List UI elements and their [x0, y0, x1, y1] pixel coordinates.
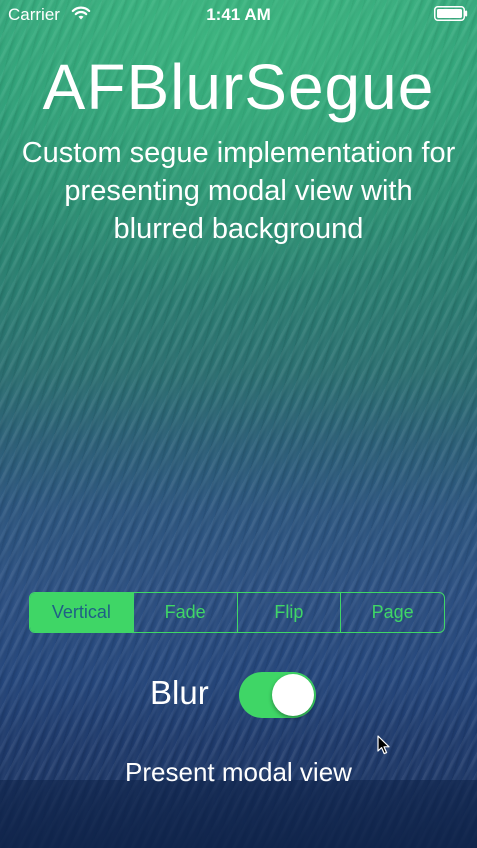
battery-icon: [434, 6, 468, 21]
cursor-icon: [377, 735, 390, 755]
segment-vertical[interactable]: Vertical: [30, 593, 133, 632]
app-screen: Carrier 1:41 AM AFBlurSegue Custom segue…: [0, 0, 477, 848]
segment-flip[interactable]: Flip: [236, 593, 341, 632]
blur-toggle[interactable]: [239, 672, 316, 718]
app-title: AFBlurSegue: [42, 51, 435, 123]
blur-toggle-knob: [272, 674, 314, 716]
status-bar: Carrier 1:41 AM: [0, 0, 477, 28]
status-time: 1:41 AM: [206, 5, 271, 24]
blur-label: Blur: [150, 674, 209, 711]
segment-fade[interactable]: Fade: [132, 593, 237, 632]
segment-page[interactable]: Page: [340, 593, 444, 632]
present-modal-view-button[interactable]: Present modal view: [0, 757, 477, 788]
bottom-shade: [0, 780, 477, 848]
app-subtitle: Custom segue implementation for presenti…: [21, 137, 456, 245]
transition-style-segmented-control: Vertical Fade Flip Page: [29, 592, 445, 633]
